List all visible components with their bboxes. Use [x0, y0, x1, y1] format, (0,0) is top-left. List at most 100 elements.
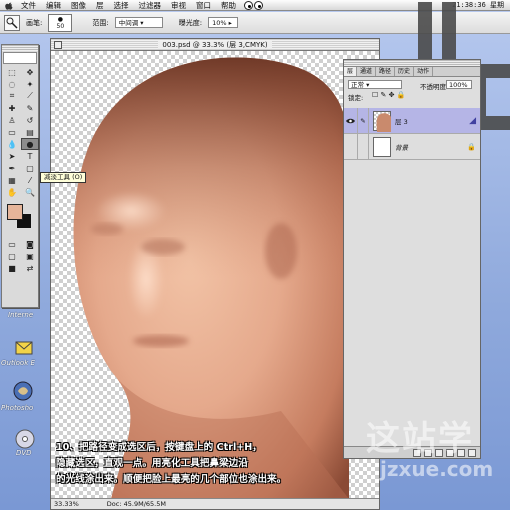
tool-grid: ⬚ ✥ ◌ ✦ ⌗ ⟋ ✚ ✎ ♙ ↺ ▭ ▤ 💧 ● ➤ T ✒ ▢ ▦ ⁄ … — [2, 65, 39, 199]
exposure-label: 曝光度: — [178, 18, 203, 27]
zoom-level[interactable]: 33.33% — [54, 499, 79, 509]
layer-visibility-empty[interactable] — [344, 133, 358, 160]
slice-tool-icon[interactable]: ⟋ — [21, 90, 39, 102]
tab-paths[interactable]: 路径 — [376, 67, 396, 76]
jump-to-imageready-icon[interactable]: ⇄ — [21, 262, 39, 274]
lock-icons[interactable]: ☐ ✎ ✥ 🔒 — [372, 91, 405, 99]
menu-select[interactable]: 选择 — [109, 0, 134, 11]
layer-visibility-eye-icon[interactable] — [344, 107, 358, 134]
layer-link-cell — [358, 133, 369, 160]
exposure-value: 10% — [212, 19, 227, 27]
eraser-tool-icon[interactable]: ▭ — [3, 126, 21, 138]
clone-stamp-tool-icon[interactable]: ♙ — [3, 114, 21, 126]
tab-actions[interactable]: 动作 — [414, 67, 434, 76]
menu-layer[interactable]: 层 — [91, 0, 109, 11]
adobe-online-icon[interactable] — [3, 52, 37, 64]
tools-palette: ⬚ ✥ ◌ ✦ ⌗ ⟋ ✚ ✎ ♙ ↺ ▭ ▤ 💧 ● ➤ T ✒ ▢ ▦ ⁄ … — [1, 44, 39, 308]
history-brush-tool-icon[interactable]: ↺ — [21, 114, 39, 126]
menu-image[interactable]: 图像 — [66, 0, 91, 11]
watermark-cn: 这站学 — [366, 419, 474, 459]
shape-tool-icon[interactable]: ▢ — [21, 162, 39, 174]
lock-label: 锁定: — [348, 94, 364, 102]
standard-mode-icon[interactable]: ▭ — [3, 238, 21, 250]
layer-name: 背景 — [395, 143, 408, 152]
desktop-label-photoshop[interactable]: Photosho — [1, 404, 33, 412]
brush-size: 50 — [56, 22, 65, 30]
lasso-tool-icon[interactable]: ◌ — [3, 78, 21, 90]
crop-tool-icon[interactable]: ⌗ — [3, 90, 21, 102]
range-select[interactable]: 中间调 ▾ — [114, 17, 163, 28]
brush-dot-icon: ● — [57, 15, 63, 23]
menu-view[interactable]: 审视 — [166, 0, 191, 11]
range-label: 范围: — [92, 18, 109, 27]
range-value: 中间调 — [118, 19, 139, 27]
screen-mode-full-icon[interactable]: ■ — [3, 262, 21, 274]
foreground-color-swatch[interactable] — [7, 204, 23, 220]
blend-mode-select[interactable]: 正常 ▾ — [348, 80, 402, 89]
layer-row-3[interactable]: ✎ 层 3 ◢ — [344, 107, 480, 134]
pen-tool-icon[interactable]: ✒ — [3, 162, 21, 174]
menu-window[interactable]: 窗口 — [191, 0, 216, 11]
document-close-icon[interactable] — [54, 41, 62, 49]
brush-picker[interactable]: ● 50 — [48, 13, 73, 32]
notes-tool-icon[interactable]: ▦ — [3, 174, 21, 186]
screen-mode-standard-icon[interactable]: ▢ — [3, 250, 21, 262]
layer-thumbnail — [373, 110, 391, 132]
caption-line-2: 隐藏选区，直观一点。用亮化工具把鼻梁边沿 — [56, 458, 248, 469]
brush-tool-icon[interactable]: ✎ — [21, 102, 39, 114]
layer-style-icon: ◢ — [469, 115, 476, 126]
desktop-label-dvd[interactable]: DVD — [16, 449, 32, 457]
hand-tool-icon[interactable]: ✋ — [3, 186, 21, 198]
opacity-input[interactable]: 100% — [446, 80, 472, 89]
photoshop-app-icon[interactable] — [12, 380, 34, 402]
screen-mode-full-menu-icon[interactable]: ▣ — [21, 250, 39, 262]
blend-mode-value: 正常 — [351, 81, 364, 89]
move-tool-icon[interactable]: ✥ — [21, 66, 39, 78]
path-selection-tool-icon[interactable]: ➤ — [3, 150, 21, 162]
outlook-express-icon[interactable] — [14, 338, 36, 358]
desktop-label-internet[interactable]: Interne — [8, 311, 33, 319]
layer-name: 层 3 — [395, 117, 408, 126]
layers-titlebar[interactable] — [344, 60, 480, 67]
menu-file[interactable]: 文件 — [16, 0, 41, 11]
mode-grid: ▭ ◙ ▢ ▣ ■ ⇄ — [2, 237, 38, 275]
opacity-label: 不透明度: — [420, 83, 449, 91]
document-canvas[interactable] — [51, 51, 379, 499]
dvd-icon[interactable] — [14, 428, 36, 450]
menu-help[interactable]: 帮助 — [216, 0, 241, 11]
caption-line-3: 的光线涂出来。顺便把脸上最亮的几个部位也涂出来。 — [56, 474, 287, 485]
tools-titlebar[interactable] — [2, 45, 38, 51]
dodge-tool-preset-icon[interactable] — [4, 14, 20, 31]
apple-menu-icon[interactable] — [4, 1, 14, 10]
healing-brush-tool-icon[interactable]: ✚ — [3, 102, 21, 114]
tab-layers[interactable]: 层 — [344, 67, 358, 76]
eyedropper-tool-icon[interactable]: ⁄ — [21, 174, 39, 186]
magic-wand-tool-icon[interactable]: ✦ — [21, 78, 39, 90]
exposure-input[interactable]: 10% ▸ — [208, 17, 239, 28]
color-swatches — [4, 202, 36, 234]
layers-palette: 层 通道 路径 历史 动作 正常 ▾ 不透明度: 100% 锁定: ☐ ✎ ✥ … — [343, 59, 481, 459]
layer-options: 正常 ▾ 不透明度: 100% 锁定: ☐ ✎ ✥ 🔒 — [344, 77, 480, 102]
opacity-value: 100% — [449, 81, 468, 89]
document-size-info: Doc: 45.9M/65.5M — [106, 500, 166, 508]
tab-history[interactable]: 历史 — [395, 67, 415, 76]
type-tool-icon[interactable]: T — [21, 150, 39, 162]
face-artwork — [73, 57, 350, 499]
zoom-tool-icon[interactable]: 🔍 — [21, 186, 39, 198]
dodge-tool-icon[interactable]: ● — [21, 138, 39, 150]
menu-filter[interactable]: 过滤器 — [134, 0, 167, 11]
document-titlebar[interactable]: 003.psd @ 33.3% (层 3,CMYK) — [51, 39, 379, 51]
menu-edit[interactable]: 编辑 — [41, 0, 66, 11]
site-watermark: 这站学 jzxue.com — [366, 420, 506, 500]
document-title: 003.psd @ 33.3% (层 3,CMYK) — [158, 41, 272, 49]
tab-channels[interactable]: 通道 — [357, 67, 377, 76]
desktop-label-outlook[interactable]: Outlook E — [1, 359, 35, 367]
layers-tabs: 层 通道 路径 历史 动作 — [344, 67, 480, 77]
blur-tool-icon[interactable]: 💧 — [3, 138, 21, 150]
quick-mask-mode-icon[interactable]: ◙ — [21, 238, 39, 250]
caption-line-1: 10、把路径变成选区后，按键盘上的 Ctrl+H， — [56, 442, 262, 453]
marquee-tool-icon[interactable]: ⬚ — [3, 66, 21, 78]
document-status-bar: 33.33% Doc: 45.9M/65.5M — [51, 498, 379, 509]
gradient-tool-icon[interactable]: ▤ — [21, 126, 39, 138]
layer-row-background[interactable]: 背景 🔒 — [344, 133, 480, 160]
